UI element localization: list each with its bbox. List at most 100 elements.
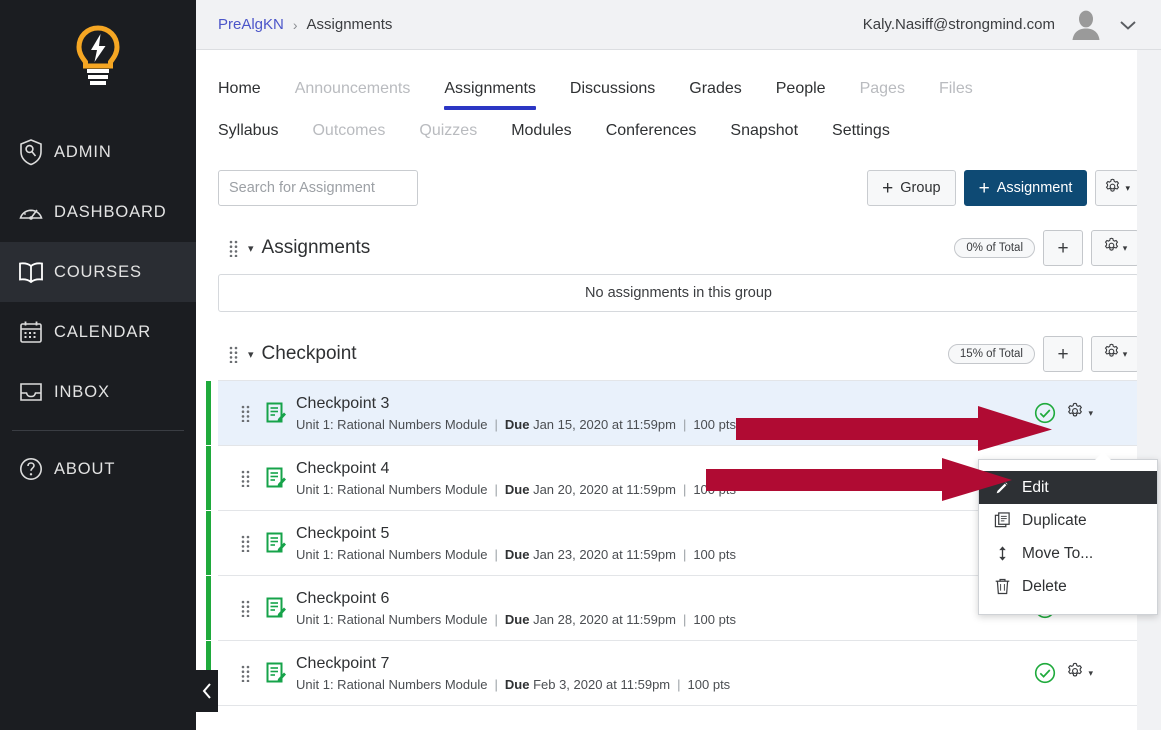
menu-item-move-to[interactable]: Move To... — [979, 537, 1157, 570]
tab-people[interactable]: People — [776, 80, 826, 110]
tab-discussions[interactable]: Discussions — [570, 80, 655, 110]
tab-settings[interactable]: Settings — [832, 122, 890, 140]
tab-home[interactable]: Home — [218, 80, 261, 110]
group-weight-badge: 0% of Total — [954, 238, 1035, 258]
sidebar-item-calendar[interactable]: CALENDAR — [0, 302, 196, 362]
menu-item-label: Edit — [1022, 478, 1049, 496]
tab-conferences[interactable]: Conferences — [606, 122, 697, 140]
search-input[interactable] — [218, 170, 418, 206]
assignment-group-header-checkpoint: ▾ Checkpoint 15% of Total + ▾ — [218, 334, 1139, 374]
plus-icon: + — [882, 177, 894, 199]
due-date: Jan 15, 2020 at 11:59pm — [533, 416, 676, 432]
gear-icon — [1103, 343, 1120, 365]
meta-separator: | — [677, 676, 681, 692]
move-vertical-icon — [993, 545, 1011, 562]
published-status-icon[interactable] — [1034, 402, 1056, 424]
meta-separator: | — [494, 481, 498, 497]
drag-handle-icon[interactable] — [224, 346, 242, 363]
assignment-points: 100 pts — [693, 611, 736, 627]
sidebar-item-dashboard[interactable]: DASHBOARD — [0, 182, 196, 242]
avatar[interactable] — [1069, 8, 1103, 42]
tab-modules[interactable]: Modules — [511, 122, 571, 140]
main-region: PreAlgKN › Assignments Kaly.Nasiff@stron… — [196, 0, 1161, 730]
assignments-settings-button[interactable]: ▾ — [1095, 170, 1139, 206]
meta-separator: | — [682, 416, 687, 432]
table-row[interactable]: Checkpoint 3 Unit 1: Rational Numbers Mo… — [206, 381, 1139, 446]
assignment-title[interactable]: Checkpoint 5 — [296, 525, 736, 543]
tab-syllabus[interactable]: Syllabus — [218, 122, 278, 140]
group-settings-button[interactable]: ▾ — [1091, 336, 1139, 372]
question-circle-icon — [8, 456, 54, 482]
breadcrumb-course-link[interactable]: PreAlgKN — [218, 16, 284, 33]
menu-item-delete[interactable]: Delete — [979, 570, 1157, 603]
assignments-page: ADMIN DASHBOARD COURSES CALENDAR INBOX A… — [0, 0, 1161, 730]
group-settings-button[interactable]: ▾ — [1091, 230, 1139, 266]
meta-separator: | — [682, 611, 687, 627]
assignment-meta: Unit 1: Rational Numbers Module | Due Feb … — [296, 677, 730, 692]
plus-icon: + — [1057, 237, 1069, 259]
scroll-gutter[interactable] — [1137, 50, 1161, 730]
breadcrumb-separator: › — [292, 16, 298, 33]
assignment-title[interactable]: Checkpoint 4 — [296, 460, 736, 478]
sidebar-item-courses[interactable]: COURSES — [0, 242, 196, 302]
copy-icon — [993, 512, 1011, 529]
sidebar-item-admin[interactable]: ADMIN — [0, 122, 196, 182]
assignment-meta: Unit 1: Rational Numbers Module | Due Jan … — [296, 417, 736, 432]
user-email: Kaly.Nasiff@strongmind.com — [862, 16, 1055, 33]
due-label: Due — [504, 676, 530, 692]
assignment-points: 100 pts — [687, 676, 731, 692]
assignment-title[interactable]: Checkpoint 6 — [296, 590, 736, 608]
user-menu-chevron-down-icon[interactable] — [1117, 14, 1139, 36]
gear-icon — [1104, 178, 1121, 199]
strongmind-bulb-logo-icon — [76, 25, 120, 87]
app-logo[interactable] — [0, 0, 196, 112]
tab-outcomes: Outcomes — [312, 122, 386, 139]
tab-snapshot[interactable]: Snapshot — [730, 122, 798, 140]
content-inner: Home Announcements Assignments Discussio… — [196, 50, 1161, 730]
add-assignment-button[interactable]: + Assignment — [963, 170, 1088, 206]
assignment-title[interactable]: Checkpoint 3 — [296, 395, 736, 413]
plus-icon: + — [978, 177, 990, 199]
add-assignment-label: Assignment — [996, 180, 1073, 196]
sidebar-item-about[interactable]: ABOUT — [0, 439, 196, 499]
assignment-points: 100 pts — [693, 481, 736, 497]
assignment-module: Unit 1: Rational Numbers Module — [296, 676, 488, 692]
group-collapse-toggle[interactable]: ▾ — [248, 242, 254, 255]
due-date: Jan 20, 2020 at 11:59pm — [533, 481, 676, 497]
drag-handle-icon[interactable] — [224, 240, 242, 257]
tab-grades[interactable]: Grades — [689, 80, 741, 110]
group-add-assignment-button[interactable]: + — [1043, 230, 1083, 266]
add-group-button[interactable]: + Group — [867, 170, 956, 206]
row-settings-menu-button[interactable]: ▾ — [1066, 662, 1093, 685]
drag-handle-icon[interactable] — [234, 470, 256, 487]
tab-assignments[interactable]: Assignments — [444, 80, 536, 110]
group-actions: 0% of Total + ▾ — [954, 230, 1139, 266]
sidebar-collapse-toggle[interactable] — [196, 670, 218, 712]
group-add-assignment-button[interactable]: + — [1043, 336, 1083, 372]
sidebar-item-inbox[interactable]: INBOX — [0, 362, 196, 422]
table-row[interactable]: Checkpoint 7 Unit 1: Rational Numbers Mo… — [206, 641, 1139, 706]
drag-handle-icon[interactable] — [234, 405, 256, 422]
menu-item-duplicate[interactable]: Duplicate — [979, 504, 1157, 537]
published-status-icon[interactable] — [1034, 662, 1056, 684]
nav-item-list: ADMIN DASHBOARD COURSES CALENDAR INBOX A… — [0, 122, 196, 499]
menu-item-edit[interactable]: Edit — [979, 471, 1157, 504]
assignment-meta: Unit 1: Rational Numbers Module | Due Jan … — [296, 482, 736, 497]
chevron-down-icon: ▾ — [1122, 242, 1128, 253]
assignment-title[interactable]: Checkpoint 7 — [296, 655, 730, 673]
group-collapse-toggle[interactable]: ▾ — [248, 348, 254, 361]
assignment-info: Checkpoint 4 Unit 1: Rational Numbers Mo… — [296, 460, 736, 497]
tab-pages: Pages — [859, 80, 905, 97]
meta-separator: | — [494, 676, 498, 692]
due-label: Due — [504, 546, 530, 562]
drag-handle-icon[interactable] — [234, 665, 256, 682]
due-date: Jan 28, 2020 at 11:59pm — [533, 611, 676, 627]
chevron-down-icon: ▾ — [1088, 667, 1093, 678]
row-settings-menu-button[interactable]: ▾ — [1066, 402, 1093, 425]
sidebar-item-label: DASHBOARD — [54, 202, 167, 221]
drag-handle-icon[interactable] — [234, 600, 256, 617]
due-date: Jan 23, 2020 at 11:59pm — [533, 546, 676, 562]
chevron-down-icon: ▾ — [1088, 407, 1093, 418]
drag-handle-icon[interactable] — [234, 535, 256, 552]
gauge-icon — [8, 199, 54, 225]
